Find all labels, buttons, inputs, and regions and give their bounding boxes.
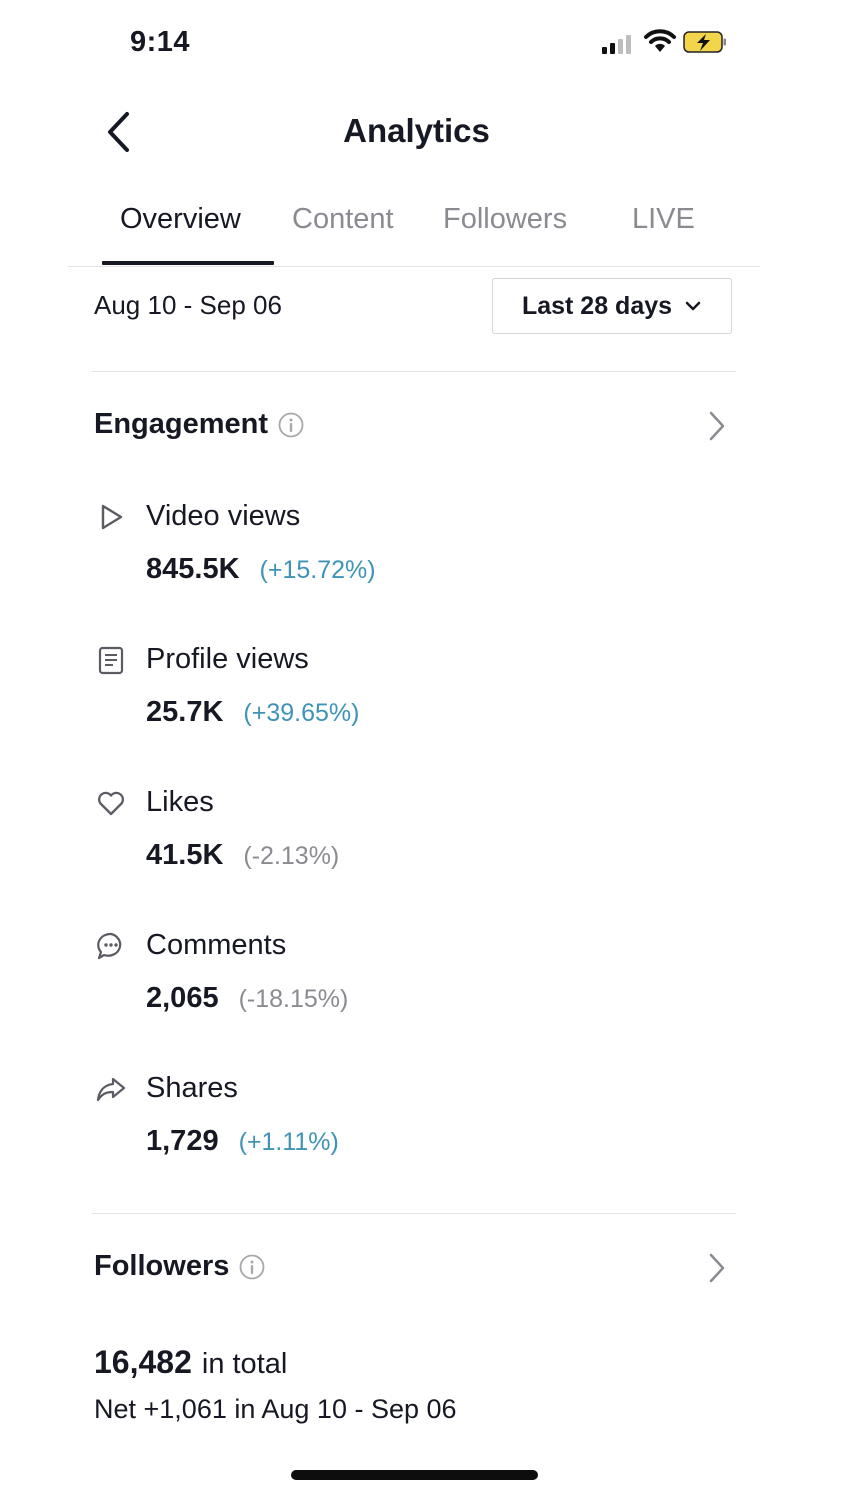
date-range-dropdown-label: Last 28 days — [521, 291, 673, 320]
battery-charging-icon — [683, 31, 726, 53]
metric-value-comments: 2,065 (-18.15%) — [146, 982, 348, 1015]
date-range-text: Aug 10 - Sep 06 — [94, 290, 282, 320]
tab-content[interactable]: Content — [292, 203, 394, 236]
metric-change: (+1.11%) — [238, 1128, 339, 1156]
metric-label-likes: Likes — [146, 786, 214, 818]
page-title: Analytics — [343, 112, 490, 149]
metric-change: (+15.72%) — [259, 556, 376, 584]
metric-label-comments: Comments — [146, 929, 287, 961]
metric-label-profile-views: Profile views — [146, 643, 309, 675]
section-divider — [92, 1213, 736, 1214]
metric-change: (-2.13%) — [243, 842, 340, 870]
metric-change: (-18.15%) — [238, 985, 349, 1013]
share-arrow-icon — [96, 1077, 126, 1102]
followers-section-header: Followers — [94, 1250, 265, 1283]
engagement-title: Engagement — [94, 408, 269, 440]
metric-number: 1,729 — [146, 1125, 219, 1157]
followers-chevron-right-icon[interactable] — [704, 1251, 730, 1285]
tab-live[interactable]: LIVE — [632, 203, 695, 236]
wifi-icon — [644, 29, 676, 52]
metric-number: 41.5K — [146, 839, 224, 871]
engagement-section-header: Engagement — [94, 408, 304, 441]
metric-value-video-views: 845.5K (+15.72%) — [146, 553, 376, 586]
status-time: 9:14 — [130, 26, 191, 58]
date-range-dropdown[interactable]: Last 28 days — [492, 278, 732, 334]
home-indicator[interactable] — [291, 1470, 538, 1480]
followers-total: 16,482 in total — [94, 1344, 287, 1381]
metric-change: (+39.65%) — [243, 699, 360, 727]
section-divider — [92, 371, 736, 372]
active-tab-indicator — [102, 261, 274, 265]
info-icon[interactable] — [278, 412, 304, 438]
comment-bubble-icon — [97, 932, 122, 960]
followers-total-number: 16,482 — [94, 1344, 192, 1380]
play-icon — [101, 504, 123, 530]
followers-total-suffix: in total — [201, 1348, 288, 1380]
followers-title: Followers — [94, 1250, 230, 1282]
cellular-signal-icon — [602, 34, 638, 54]
info-icon[interactable] — [239, 1254, 265, 1280]
tab-followers[interactable]: Followers — [443, 203, 567, 236]
profile-doc-icon — [98, 646, 124, 675]
followers-net-change: Net +1,061 in Aug 10 - Sep 06 — [94, 1394, 457, 1424]
metric-value-profile-views: 25.7K (+39.65%) — [146, 696, 359, 729]
metric-number: 2,065 — [146, 982, 219, 1014]
metric-value-shares: 1,729 (+1.11%) — [146, 1125, 339, 1158]
metric-value-likes: 41.5K (-2.13%) — [146, 839, 339, 872]
engagement-chevron-right-icon[interactable] — [704, 409, 730, 443]
metric-number: 845.5K — [146, 553, 240, 585]
metric-label-video-views: Video views — [146, 500, 301, 532]
metric-label-shares: Shares — [146, 1072, 238, 1104]
tabs-divider — [68, 266, 760, 267]
metric-number: 25.7K — [146, 696, 224, 728]
tab-overview[interactable]: Overview — [120, 203, 241, 236]
chevron-down-icon — [685, 301, 701, 311]
heart-icon — [98, 791, 124, 816]
